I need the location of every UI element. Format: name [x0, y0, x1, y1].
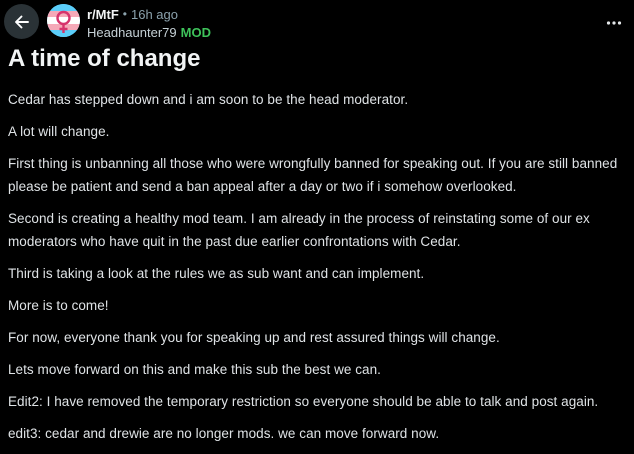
post-title: A time of change — [8, 45, 201, 72]
post-body: Cedar has stepped down and i am soon to … — [8, 88, 628, 454]
mod-badge: MOD — [180, 24, 211, 40]
post-paragraph: edit3: cedar and drewie are no longer mo… — [8, 426, 440, 441]
subreddit-link[interactable]: r/MtF — [87, 7, 119, 22]
transgender-flag-avatar-icon[interactable] — [47, 4, 80, 37]
post-paragraph: Second is creating a healthy mod team. I… — [8, 211, 590, 249]
post-paragraph: Lets move forward on this and make this … — [8, 362, 381, 377]
author-line: Headhaunter79 MOD — [87, 24, 211, 40]
post-timestamp: 16h ago — [130, 6, 178, 22]
arrow-left-icon — [13, 13, 31, 31]
post-paragraph: First thing is unbanning all those who w… — [8, 156, 618, 194]
post-paragraph: Third is taking a look at the rules we a… — [8, 266, 425, 281]
post-paragraph: For now, everyone thank you for speaking… — [8, 330, 500, 345]
post-paragraph: Edit2: I have removed the temporary rest… — [8, 394, 599, 409]
post-meta: r/MtF • 16h ago — [87, 6, 178, 22]
post-header: r/MtF • 16h ago Headhaunter79 MOD — [0, 0, 634, 44]
post-paragraph: A lot will change. — [8, 124, 110, 139]
ellipsis-horizontal-icon — [606, 13, 622, 31]
back-button[interactable] — [4, 4, 39, 39]
author-link[interactable]: Headhaunter79 — [87, 25, 177, 40]
post-paragraph: Cedar has stepped down and i am soon to … — [8, 92, 409, 107]
post-paragraph: More is to come! — [8, 298, 109, 313]
meta-separator: • — [122, 7, 127, 21]
more-options-button[interactable] — [602, 12, 626, 32]
